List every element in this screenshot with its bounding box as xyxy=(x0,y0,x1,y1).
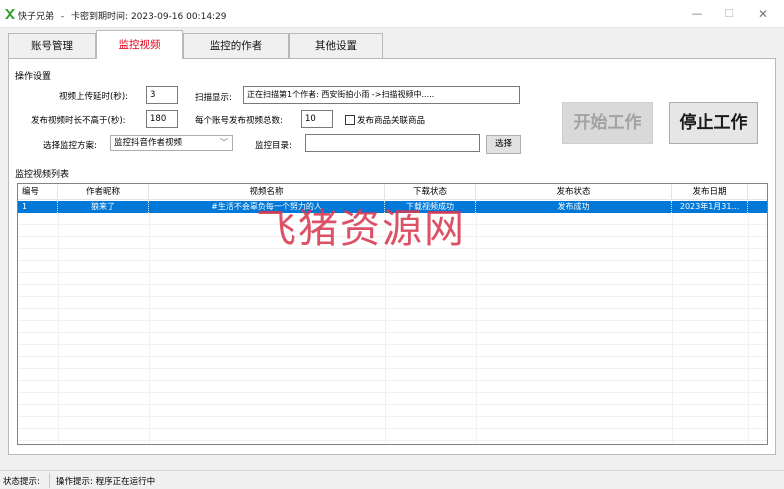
column-divider xyxy=(672,213,673,444)
chevron-down-icon: ﹀ xyxy=(220,138,228,147)
monitor-videos-panel: 操作设置 视频上传延时(秒): 3 扫描显示: 正在扫描第1个作者: 西安街拍小… xyxy=(8,58,776,455)
video-list-title: 监控视频列表 xyxy=(15,170,70,180)
cell-id: 1 xyxy=(18,201,58,213)
app-logo-icon xyxy=(5,9,15,19)
status-label: 状态提示: xyxy=(3,477,40,487)
per-account-input[interactable]: 10 xyxy=(301,110,333,128)
settings-group-title: 操作设置 xyxy=(15,72,52,82)
per-account-label: 每个账号发布视频总数: xyxy=(195,116,283,126)
scheme-select[interactable]: 监控抖音作者视频 ﹀ xyxy=(110,135,233,151)
cell-publish-status: 发布成功 xyxy=(476,201,672,213)
minimize-button[interactable]: — xyxy=(684,6,710,22)
status-message: 操作提示: 程序正在运行中 xyxy=(56,477,156,487)
column-header-id[interactable]: 编号 xyxy=(18,184,58,200)
tab-other-settings[interactable]: 其他设置 xyxy=(289,33,383,58)
column-divider xyxy=(149,213,150,444)
upload-delay-input[interactable]: 3 xyxy=(146,86,178,104)
cell-publish-date: 2023年1月31... xyxy=(672,201,748,213)
stop-work-button[interactable]: 停止工作 xyxy=(669,102,758,144)
scheme-select-value: 监控抖音作者视频 xyxy=(114,138,183,148)
status-bar: 状态提示: 操作提示: 程序正在运行中 xyxy=(0,470,784,489)
cell-author: 狼来了 xyxy=(58,201,149,213)
column-header-publish-status[interactable]: 发布状态 xyxy=(476,184,672,200)
window-title: 快子兄弟 - 卡密到期时间: 2023-09-16 00:14:29 xyxy=(18,12,227,22)
column-header-publish-date[interactable]: 发布日期 xyxy=(672,184,748,200)
start-work-button[interactable]: 开始工作 xyxy=(562,102,653,144)
scan-display-label: 扫描显示: xyxy=(195,93,232,103)
column-divider xyxy=(58,213,59,444)
scan-display-field: 正在扫描第1个作者: 西安街拍小雨 ->扫描视频中..... xyxy=(243,86,520,104)
column-divider xyxy=(748,213,749,444)
title-bar: 快子兄弟 - 卡密到期时间: 2023-09-16 00:14:29 — ☐ ✕ xyxy=(0,0,784,28)
max-duration-label: 发布视频时长不高于(秒): xyxy=(31,116,126,126)
tab-account-management[interactable]: 账号管理 xyxy=(8,33,96,58)
scheme-label: 选择监控方案: xyxy=(43,141,97,151)
watermark-text: 飞猪资源网 xyxy=(256,206,466,252)
choose-dir-button[interactable]: 选择 xyxy=(486,135,521,154)
status-divider xyxy=(49,473,50,488)
max-duration-input[interactable]: 180 xyxy=(146,110,178,128)
upload-delay-label: 视频上传延时(秒): xyxy=(59,92,128,102)
product-link-label: 发布商品关联商品 xyxy=(357,116,426,126)
tab-monitor-videos[interactable]: 监控视频 xyxy=(96,30,183,59)
monitor-dir-label: 监控目录: xyxy=(255,141,292,151)
monitor-dir-input[interactable] xyxy=(305,134,480,152)
product-link-checkbox[interactable] xyxy=(345,115,355,125)
maximize-button[interactable]: ☐ xyxy=(716,6,742,22)
column-divider xyxy=(476,213,477,444)
column-header-author[interactable]: 作者昵称 xyxy=(58,184,149,200)
close-button[interactable]: ✕ xyxy=(750,6,776,22)
tab-monitored-authors[interactable]: 监控的作者 xyxy=(183,33,289,58)
